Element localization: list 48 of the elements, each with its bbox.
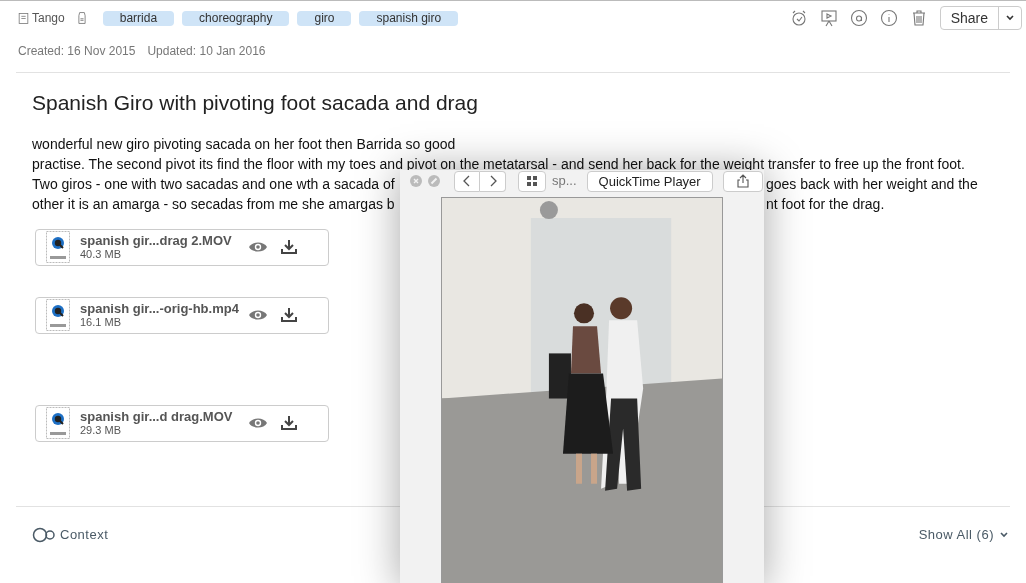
attachment-name: spanish gir...-orig-hb.mp4: [80, 301, 240, 316]
grid-icon[interactable]: [527, 176, 537, 186]
open-with-button[interactable]: QuickTime Player: [586, 170, 713, 192]
attachment-card[interactable]: spanish gir...-orig-hb.mp4 16.1 MB: [35, 296, 329, 334]
note-text: other it is an amarga - so secadas from me she amargas b: [32, 194, 395, 214]
note-text: nt foot for the drag.: [766, 194, 886, 214]
attachment-size: 40.3 MB: [80, 248, 122, 261]
chevron-down-icon[interactable]: [1000, 532, 1008, 538]
note-title: Spanish Giro with pivoting foot sacada and drag: [32, 90, 479, 116]
tag-chip[interactable]: choreography: [182, 10, 290, 26]
infinity-icon[interactable]: [32, 527, 56, 543]
updated-date: Updated: 10 Jan 2016: [147, 43, 266, 60]
eye-icon[interactable]: [248, 308, 268, 322]
attachment-size: 29.3 MB: [80, 424, 122, 437]
tag-chip[interactable]: spanish giro: [359, 10, 459, 26]
show-all-link[interactable]: Show All (6): [918, 525, 994, 545]
attachment-size: 16.1 MB: [80, 316, 122, 329]
presentation-icon[interactable]: [819, 9, 838, 27]
download-icon[interactable]: [280, 415, 298, 431]
notebook-icon: [17, 11, 30, 25]
download-icon[interactable]: [280, 307, 298, 323]
attachment-name: spanish gir...d drag.MOV: [80, 409, 234, 424]
alarm-clock-icon[interactable]: [789, 9, 808, 27]
video-file-icon: [46, 231, 70, 263]
eye-icon[interactable]: [248, 416, 268, 430]
info-icon[interactable]: [879, 9, 898, 27]
attachment-card[interactable]: spanish gir...drag 2.MOV 40.3 MB: [35, 228, 329, 266]
tag-chip[interactable]: giro: [297, 10, 352, 26]
share-icon[interactable]: [736, 174, 749, 188]
share-button[interactable]: Share: [939, 6, 1022, 30]
attachment-card[interactable]: spanish gir...d drag.MOV 29.3 MB: [35, 404, 329, 442]
grid-view-button[interactable]: [518, 170, 546, 192]
notebook-name[interactable]: Tango: [32, 9, 65, 27]
created-date: Created: 16 Nov 2015: [18, 43, 136, 60]
at-sign-icon[interactable]: [849, 9, 868, 27]
tag-chip[interactable]: barrida: [102, 10, 175, 26]
attachment-name: spanish gir...drag 2.MOV: [80, 233, 233, 248]
video-file-icon: [46, 299, 70, 331]
note-text: Two giros - one with two sacadas and one wth a sacada of: [32, 174, 395, 194]
chevron-right-icon[interactable]: [488, 175, 497, 187]
context-label[interactable]: Context: [60, 525, 109, 545]
note-text: wonderful new giro pivoting sacada on her foot then Barrida so good: [32, 134, 457, 154]
file-name: sp...: [552, 172, 577, 191]
note-text: goes back with her weight and the: [766, 174, 979, 194]
chevron-left-icon[interactable]: [463, 175, 471, 187]
video-file-icon: [46, 407, 70, 439]
download-icon[interactable]: [280, 239, 298, 255]
eye-icon[interactable]: [248, 240, 268, 254]
